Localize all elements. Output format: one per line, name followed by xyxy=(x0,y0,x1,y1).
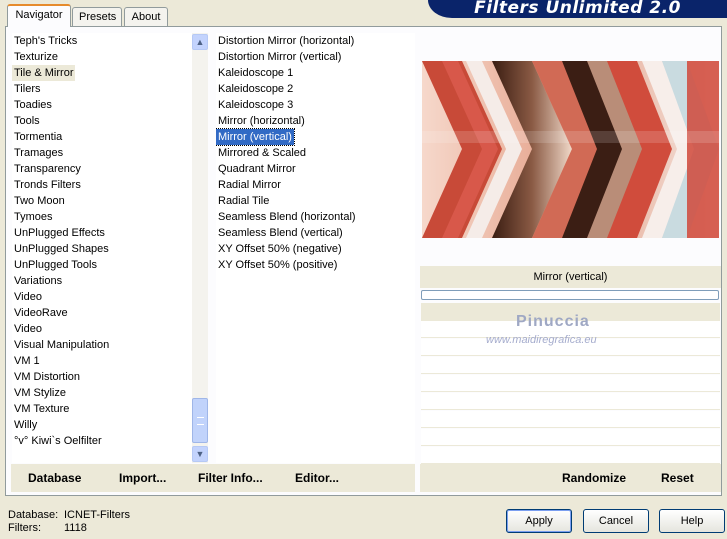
cancel-button[interactable]: Cancel xyxy=(583,509,649,533)
scroll-thumb[interactable] xyxy=(192,398,208,443)
category-item[interactable]: UnPlugged Effects xyxy=(12,225,107,241)
database-value: ICNET-Filters xyxy=(64,509,130,521)
filter-item[interactable]: Seamless Blend (horizontal) xyxy=(216,209,358,225)
filter-item[interactable]: XY Offset 50% (positive) xyxy=(216,257,339,273)
filter-item[interactable]: Quadrant Mirror xyxy=(216,161,298,177)
scroll-up-icon[interactable]: ▲ xyxy=(192,34,208,50)
category-item[interactable]: Visual Manipulation xyxy=(12,337,111,353)
tab-presets[interactable]: Presets xyxy=(72,7,122,26)
randomize-button[interactable]: Randomize xyxy=(562,471,626,485)
database-label: Database: xyxy=(8,509,59,521)
watermark-name: Pinuccia xyxy=(516,313,590,330)
category-item[interactable]: UnPlugged Shapes xyxy=(12,241,111,257)
tab-navigator[interactable]: Navigator xyxy=(7,4,71,27)
filter-item[interactable]: Kaleidoscope 1 xyxy=(216,65,295,81)
progress-bar xyxy=(421,290,719,300)
category-item[interactable]: UnPlugged Tools xyxy=(12,257,99,273)
database-button[interactable]: Database xyxy=(28,471,81,485)
parameter-row xyxy=(421,447,720,464)
filter-list[interactable]: Distortion Mirror (horizontal) Distortion… xyxy=(216,33,415,463)
filter-item[interactable]: XY Offset 50% (negative) xyxy=(216,241,344,257)
filter-item[interactable]: Radial Mirror xyxy=(216,177,283,193)
filter-item[interactable]: Radial Tile xyxy=(216,193,271,209)
category-item[interactable]: Video xyxy=(12,321,44,337)
category-item[interactable]: Variations xyxy=(12,273,64,289)
category-item[interactable]: Video xyxy=(12,289,44,305)
filters-label: Filters: xyxy=(8,522,41,534)
apply-button[interactable]: Apply xyxy=(506,509,572,533)
category-item[interactable]: Tools xyxy=(12,113,42,129)
filter-preview-image xyxy=(422,61,719,238)
category-item[interactable]: Transparency xyxy=(12,161,83,177)
parameter-row xyxy=(421,375,720,392)
category-item[interactable]: °v° Kiwi`s Oelfilter xyxy=(12,433,104,449)
filter-item[interactable]: Mirror (horizontal) xyxy=(216,113,307,129)
category-item[interactable]: Tormentia xyxy=(12,129,64,145)
category-item[interactable]: Teph's Tricks xyxy=(12,33,79,49)
category-list[interactable]: Teph's Tricks Texturize Tile & Mirror Tiler… xyxy=(12,33,192,463)
tab-about[interactable]: About xyxy=(124,7,168,26)
category-item[interactable]: Tramages xyxy=(12,145,65,161)
category-item[interactable]: Tilers xyxy=(12,81,42,97)
filter-item[interactable]: Kaleidoscope 2 xyxy=(216,81,295,97)
scroll-down-icon[interactable]: ▼ xyxy=(192,446,208,462)
category-item[interactable]: VM Stylize xyxy=(12,385,68,401)
category-item[interactable]: Tymoes xyxy=(12,209,55,225)
category-item[interactable]: Toadies xyxy=(12,97,54,113)
category-item[interactable]: Texturize xyxy=(12,49,60,65)
category-item[interactable]: Tile & Mirror xyxy=(12,65,76,81)
filter-item[interactable]: Mirrored & Scaled xyxy=(216,145,308,161)
parameter-row xyxy=(421,411,720,428)
preview-caption: Mirror (vertical) xyxy=(420,266,721,288)
import-button[interactable]: Import... xyxy=(119,471,166,485)
editor-button[interactable]: Editor... xyxy=(295,471,339,485)
filter-info-button[interactable]: Filter Info... xyxy=(198,471,263,485)
reset-button[interactable]: Reset xyxy=(661,471,694,485)
help-button[interactable]: Help xyxy=(659,509,725,533)
parameter-row xyxy=(421,393,720,410)
parameter-row xyxy=(421,357,720,374)
category-item[interactable]: VideoRave xyxy=(12,305,70,321)
category-item[interactable]: VM Distortion xyxy=(12,369,82,385)
filters-count: 1118 xyxy=(64,522,87,534)
category-item[interactable]: Willy xyxy=(12,417,39,433)
category-scrollbar[interactable]: ▲ ▼ xyxy=(192,33,208,463)
filter-item[interactable]: Distortion Mirror (horizontal) xyxy=(216,33,356,49)
category-item[interactable]: VM 1 xyxy=(12,353,42,369)
parameter-row xyxy=(421,429,720,446)
filter-item[interactable]: Kaleidoscope 3 xyxy=(216,97,295,113)
category-item[interactable]: Tronds Filters xyxy=(12,177,83,193)
category-item[interactable]: VM Texture xyxy=(12,401,71,417)
app-banner-title: Filters Unlimited 2.0 xyxy=(428,0,727,18)
watermark-site: www.maidiregrafica.eu xyxy=(486,334,597,346)
category-item[interactable]: Two Moon xyxy=(12,193,67,209)
filter-item[interactable]: Distortion Mirror (vertical) xyxy=(216,49,343,65)
filter-item[interactable]: Mirror (vertical) xyxy=(216,128,295,146)
filter-item[interactable]: Seamless Blend (vertical) xyxy=(216,225,345,241)
